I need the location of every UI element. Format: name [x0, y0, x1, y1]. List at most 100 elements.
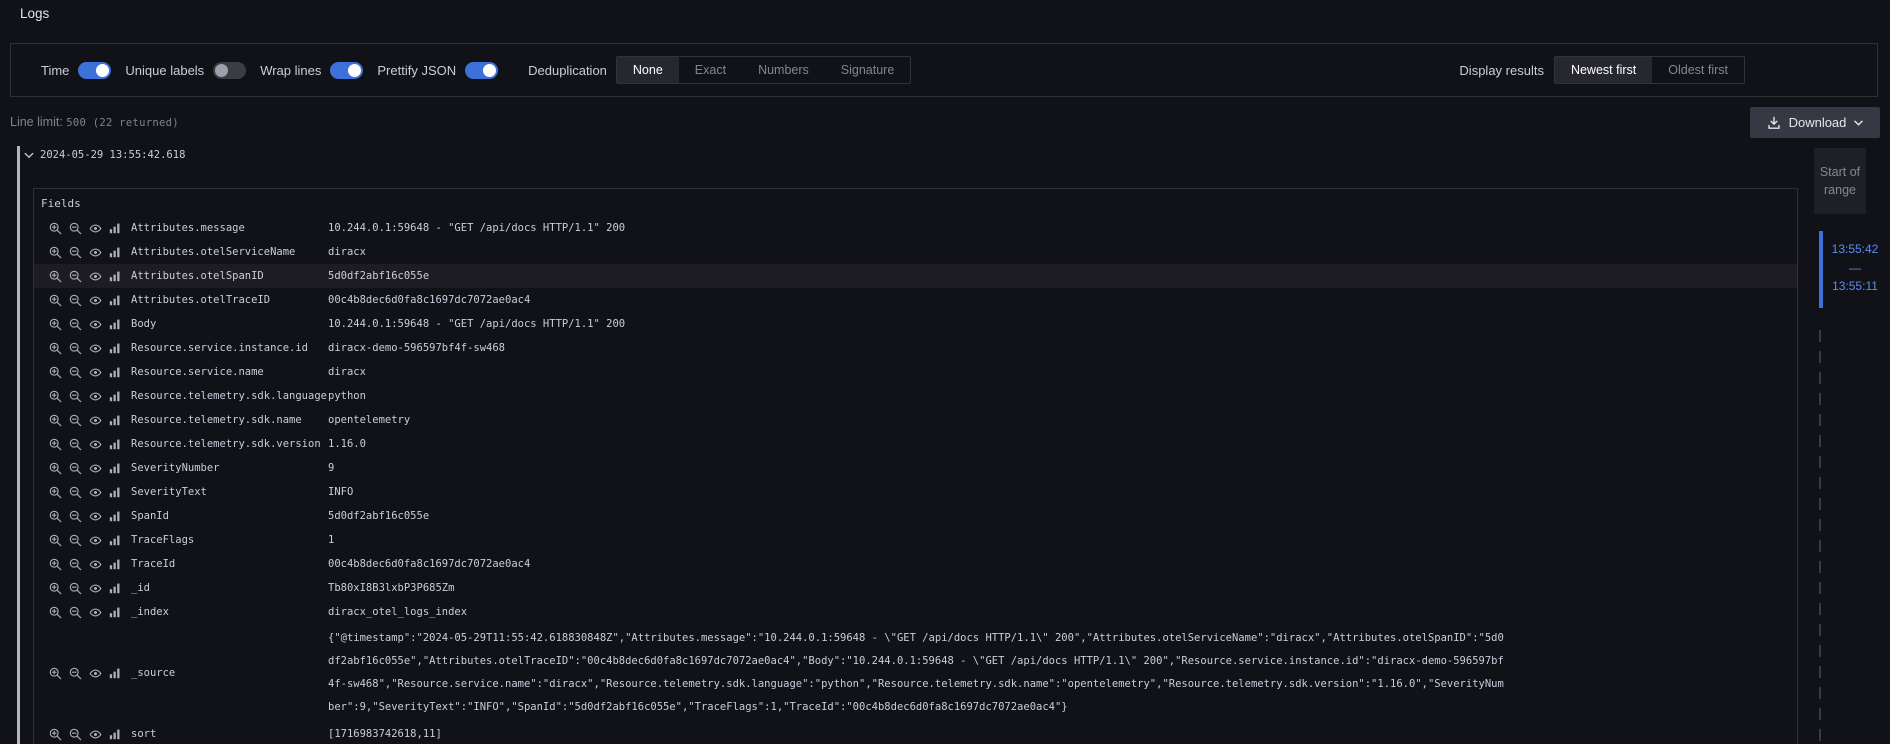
filter-for-value-icon[interactable] [48, 461, 62, 475]
filter-for-value-icon[interactable] [48, 485, 62, 499]
filter-for-value-icon[interactable] [48, 727, 62, 741]
field-row: Resource.service.instance.id diracx-demo… [34, 336, 1797, 360]
filter-out-value-icon[interactable] [68, 317, 82, 331]
prettify-json-switch[interactable] [465, 62, 498, 79]
toggle-visibility-eye-icon[interactable] [88, 485, 102, 499]
toggle-visibility-eye-icon[interactable] [88, 605, 102, 619]
toggle-visibility-eye-icon[interactable] [88, 245, 102, 259]
toggle-visibility-eye-icon[interactable] [88, 269, 102, 283]
logs-panel: Logs Time Unique labels Wrap lines Prett… [0, 0, 1890, 744]
wrap-lines-switch[interactable] [330, 62, 363, 79]
filter-for-value-icon[interactable] [48, 509, 62, 523]
time-switch[interactable] [78, 62, 111, 79]
stats-chart-icon[interactable] [108, 485, 122, 499]
range-selection-bar[interactable] [1819, 231, 1823, 308]
filter-out-value-icon[interactable] [68, 269, 82, 283]
stats-chart-icon[interactable] [108, 461, 122, 475]
filter-out-value-icon[interactable] [68, 221, 82, 235]
filter-for-value-icon[interactable] [48, 341, 62, 355]
dedup-option-none[interactable]: None [617, 57, 679, 83]
toggle-visibility-eye-icon[interactable] [88, 727, 102, 741]
stats-chart-icon[interactable] [108, 221, 122, 235]
filter-for-value-icon[interactable] [48, 317, 62, 331]
filter-out-value-icon[interactable] [68, 605, 82, 619]
toggle-visibility-eye-icon[interactable] [88, 533, 102, 547]
field-value: opentelemetry [328, 414, 410, 426]
filter-for-value-icon[interactable] [48, 269, 62, 283]
stats-chart-icon[interactable] [108, 365, 122, 379]
display-option-newest-first[interactable]: Newest first [1555, 57, 1652, 83]
stats-chart-icon[interactable] [108, 317, 122, 331]
filter-out-value-icon[interactable] [68, 461, 82, 475]
filter-for-value-icon[interactable] [48, 533, 62, 547]
filter-out-value-icon[interactable] [68, 413, 82, 427]
toggle-visibility-eye-icon[interactable] [88, 341, 102, 355]
field-row: Resource.telemetry.sdk.language python [34, 384, 1797, 408]
toggle-visibility-eye-icon[interactable] [88, 461, 102, 475]
stats-chart-icon[interactable] [108, 557, 122, 571]
filter-for-value-icon[interactable] [48, 605, 62, 619]
stats-chart-icon[interactable] [108, 509, 122, 523]
filter-out-value-icon[interactable] [68, 509, 82, 523]
filter-for-value-icon[interactable] [48, 293, 62, 307]
stats-chart-icon[interactable] [108, 437, 122, 451]
filter-out-value-icon[interactable] [68, 437, 82, 451]
toggle-visibility-eye-icon[interactable] [88, 437, 102, 451]
stats-chart-icon[interactable] [108, 533, 122, 547]
stats-chart-icon[interactable] [108, 269, 122, 283]
filter-out-value-icon[interactable] [68, 485, 82, 499]
filter-out-value-icon[interactable] [68, 666, 82, 680]
filter-out-value-icon[interactable] [68, 727, 82, 741]
stats-chart-icon[interactable] [108, 389, 122, 403]
toggle-visibility-eye-icon[interactable] [88, 413, 102, 427]
dedup-option-numbers[interactable]: Numbers [742, 57, 825, 83]
field-name: sort [131, 728, 328, 740]
download-button[interactable]: Download [1750, 107, 1880, 138]
toggle-visibility-eye-icon[interactable] [88, 557, 102, 571]
filter-for-value-icon[interactable] [48, 365, 62, 379]
stats-chart-icon[interactable] [108, 581, 122, 595]
filter-out-value-icon[interactable] [68, 581, 82, 595]
field-name: Attributes.otelServiceName [131, 246, 328, 258]
toggle-visibility-eye-icon[interactable] [88, 317, 102, 331]
field-row-actions [48, 221, 122, 235]
filter-out-value-icon[interactable] [68, 293, 82, 307]
dedup-option-exact[interactable]: Exact [679, 57, 742, 83]
filter-out-value-icon[interactable] [68, 533, 82, 547]
toggle-visibility-eye-icon[interactable] [88, 509, 102, 523]
toggle-visibility-eye-icon[interactable] [88, 389, 102, 403]
filter-out-value-icon[interactable] [68, 557, 82, 571]
stats-chart-icon[interactable] [108, 293, 122, 307]
log-row-header[interactable]: 2024-05-29 13:55:42.618 [24, 149, 185, 161]
filter-for-value-icon[interactable] [48, 245, 62, 259]
toggle-visibility-eye-icon[interactable] [88, 666, 102, 680]
filter-out-value-icon[interactable] [68, 365, 82, 379]
stats-chart-icon[interactable] [108, 341, 122, 355]
toggle-visibility-eye-icon[interactable] [88, 293, 102, 307]
stats-chart-icon[interactable] [108, 245, 122, 259]
filter-for-value-icon[interactable] [48, 437, 62, 451]
collapse-chevron-icon[interactable] [24, 152, 34, 159]
toggle-visibility-eye-icon[interactable] [88, 581, 102, 595]
unique-labels-switch[interactable] [213, 62, 246, 79]
stats-chart-icon[interactable] [108, 727, 122, 741]
filter-for-value-icon[interactable] [48, 389, 62, 403]
prettify-json-toggle-group: Prettify JSON [377, 62, 498, 79]
field-row-actions [48, 317, 122, 331]
stats-chart-icon[interactable] [108, 605, 122, 619]
display-option-oldest-first[interactable]: Oldest first [1652, 57, 1744, 83]
filter-for-value-icon[interactable] [48, 557, 62, 571]
filter-out-value-icon[interactable] [68, 389, 82, 403]
field-value: [1716983742618,11] [328, 728, 442, 740]
stats-chart-icon[interactable] [108, 413, 122, 427]
filter-for-value-icon[interactable] [48, 581, 62, 595]
filter-out-value-icon[interactable] [68, 245, 82, 259]
filter-for-value-icon[interactable] [48, 221, 62, 235]
toggle-visibility-eye-icon[interactable] [88, 365, 102, 379]
filter-out-value-icon[interactable] [68, 341, 82, 355]
stats-chart-icon[interactable] [108, 666, 122, 680]
dedup-option-signature[interactable]: Signature [825, 57, 911, 83]
filter-for-value-icon[interactable] [48, 666, 62, 680]
toggle-visibility-eye-icon[interactable] [88, 221, 102, 235]
filter-for-value-icon[interactable] [48, 413, 62, 427]
